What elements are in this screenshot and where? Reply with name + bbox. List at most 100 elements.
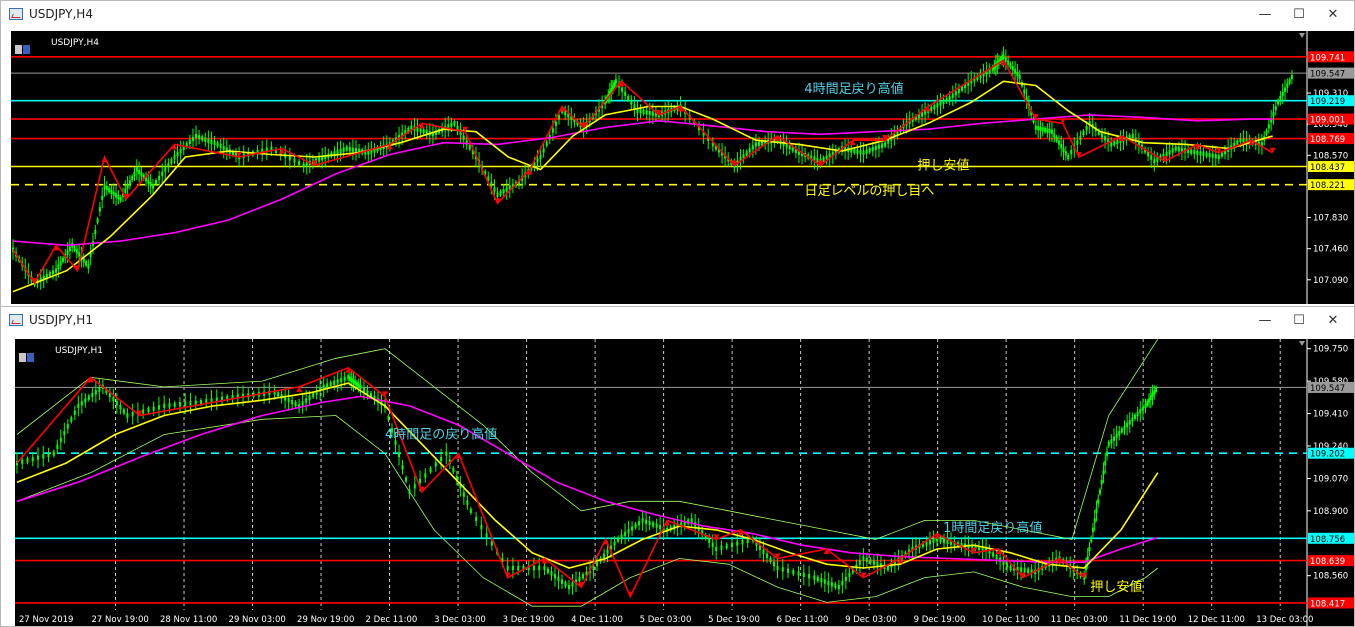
candle-body [881,143,884,148]
candle-body [620,534,623,539]
candle-body [1002,54,1005,59]
candle-body [932,538,935,543]
candle-body [1098,489,1101,494]
h1-title-bar[interactable]: USDJPY,H1 — ☐ ✕ [1,307,1354,335]
candle-body [302,163,305,168]
candle-body [352,379,355,384]
candle-body [194,400,197,405]
candle-body [1034,125,1037,130]
minimize-button[interactable]: — [1248,4,1282,26]
candle-body [1288,79,1291,84]
candle-body [1141,406,1144,411]
candle-body [592,565,595,571]
candle-body [429,467,432,473]
candle-body [792,569,795,575]
candle-body [1048,129,1051,134]
candle-body [690,518,693,523]
h4-chart-window[interactable]: USDJPY,H4 — ☐ ✕ 109.310 108.940 108.570 107… [0,0,1355,307]
candle-body [1190,149,1193,154]
candle-body [761,141,764,146]
candle-body [614,79,617,84]
candle-body [543,565,546,571]
candle-body [1272,112,1275,117]
candle-body [1062,147,1065,152]
candle-body [173,154,176,160]
candle-body [490,181,493,187]
candle-body [1193,150,1196,155]
candle-body [59,437,62,443]
candle-body [781,567,784,572]
candle-body [560,579,563,584]
candle-body [1011,66,1014,71]
maximize-button[interactable]: ☐ [1282,4,1316,26]
candle-body [1009,63,1012,68]
candle-body [1018,74,1021,80]
h4-symbol-label: USDJPY,H4 [51,38,99,48]
candle-body [422,129,425,134]
candle-body [94,229,97,235]
candle-body [301,401,304,406]
price-level-label: 108.417 [1310,599,1345,609]
candle-body [641,518,644,523]
chart-annotation: 日足レベルの押し目へ [804,184,934,199]
candle-body [536,158,539,163]
candle-body [808,574,811,579]
candle-body [326,383,329,388]
close-button[interactable]: ✕ [1316,310,1350,332]
close-button[interactable]: ✕ [1316,4,1350,26]
candle-body [1171,148,1174,153]
candle-body [954,91,957,96]
candle-body [539,154,542,160]
candle-body [754,142,757,147]
candle-body [163,403,166,409]
candle-body [170,159,173,164]
candle-body [1023,89,1026,94]
candle-body [645,110,648,115]
candle-body [1151,392,1154,398]
minimize-button[interactable]: — [1248,310,1282,332]
candle-body [287,398,290,403]
candle-body [788,145,791,150]
candle-body [1144,403,1147,409]
chart-annotation: 4時間足戻り高値 [804,81,903,97]
candle-body [1217,154,1220,160]
time-axis-label: 5 Dec 03:00 [640,615,692,625]
time-axis-label: 12 Dec 11:00 [1188,615,1245,625]
candle-body [115,193,118,198]
candle-body [1064,151,1067,156]
candle-body [480,525,483,530]
candle-body [1131,417,1134,422]
candle-body [757,141,760,146]
time-axis-label: 27 Nov 19:00 [92,615,149,625]
candle-body [155,180,158,185]
candle-body [1239,138,1242,143]
candle-body [645,519,648,524]
candle-body [293,158,296,163]
candle-body [198,135,201,140]
bollinger-lower-band [16,415,1159,607]
h4-title-bar[interactable]: USDJPY,H4 — ☐ ✕ [1,1,1354,29]
time-axis-label: 3 Dec 03:00 [434,615,486,625]
candle-body [357,383,360,388]
candle-body [450,122,453,128]
slow-moving-average [16,395,1159,564]
maximize-button[interactable]: ☐ [1282,310,1316,332]
candle-body [119,405,122,410]
time-axis-label: 10 Dec 11:00 [982,615,1039,625]
price-axis-label: 107.460 [1313,245,1348,255]
candle-body [21,459,24,464]
h1-price-chart[interactable]: 27 Nov 2019 27 Nov 19:00 28 Nov 11:00 29 No… [15,339,1354,626]
candle-body [1041,127,1044,132]
h1-chart-window[interactable]: USDJPY,H1 — ☐ ✕ 27 Nov 2019 27 Nov 19:00 2… [0,306,1355,627]
candle-body [816,157,819,163]
candle-body [945,97,948,103]
h4-price-chart[interactable]: 109.310 108.940 108.570 107.830 107.460 107.0… [11,31,1354,304]
candle-body [551,128,554,133]
candle-body [77,403,80,409]
candle-body [1102,470,1105,475]
candle-body [545,141,548,146]
candle-body [505,187,508,192]
candle-body [1146,401,1149,406]
chart-annotation: 押し安値 [917,158,969,174]
candle-body [355,382,358,387]
